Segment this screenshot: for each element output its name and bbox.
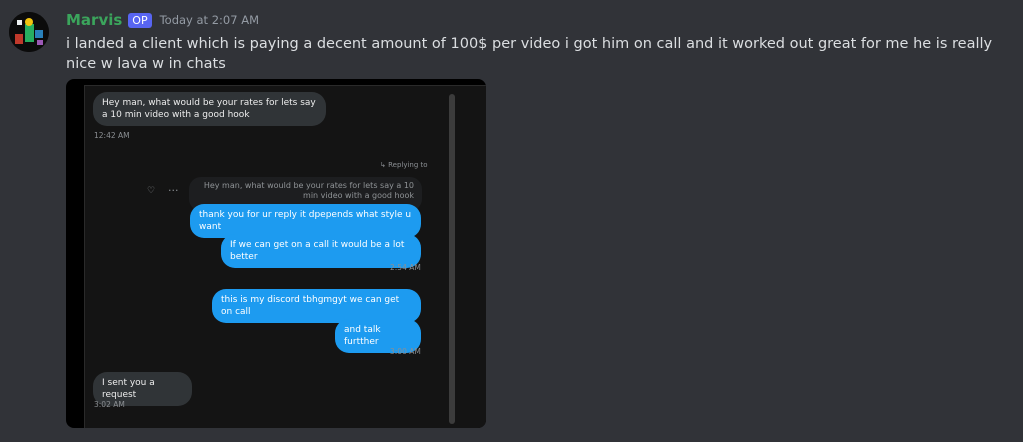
message-header: Marvis OP Today at 2:07 AM — [66, 11, 259, 29]
reaction-icon: ♡ — [147, 186, 156, 196]
dm-screenshot: Hey man, what would be your rates for le… — [84, 85, 486, 428]
message-time: 3:00 AM — [390, 347, 421, 356]
message-time: 3:02 AM — [94, 400, 125, 409]
message-time: 12:42 AM — [94, 131, 130, 140]
message-timestamp[interactable]: Today at 2:07 AM — [160, 13, 259, 27]
incoming-message-bubble: Hey man, what would be your rates for le… — [93, 92, 326, 126]
replying-label: ↳ Replying to — [380, 161, 428, 169]
avatar-image — [9, 12, 49, 52]
op-badge: OP — [128, 12, 152, 28]
more-options-icon: ··· — [168, 184, 179, 197]
reply-arrow-icon: ↳ — [380, 161, 389, 169]
screenshot-scrollbar — [449, 94, 455, 424]
outgoing-message-bubble: this is my discord tbhgmgyt we can get o… — [212, 289, 421, 323]
outgoing-message-bubble: thank you for ur reply it dpepends what … — [190, 204, 421, 238]
message-time: 2:54 AM — [390, 263, 421, 272]
chat-message: Marvis OP Today at 2:07 AM i landed a cl… — [0, 0, 1023, 442]
message-content: i landed a client which is paying a dece… — [66, 36, 993, 72]
username[interactable]: Marvis — [66, 11, 122, 29]
avatar[interactable] — [9, 12, 49, 52]
image-attachment[interactable]: Hey man, what would be your rates for le… — [66, 79, 486, 428]
